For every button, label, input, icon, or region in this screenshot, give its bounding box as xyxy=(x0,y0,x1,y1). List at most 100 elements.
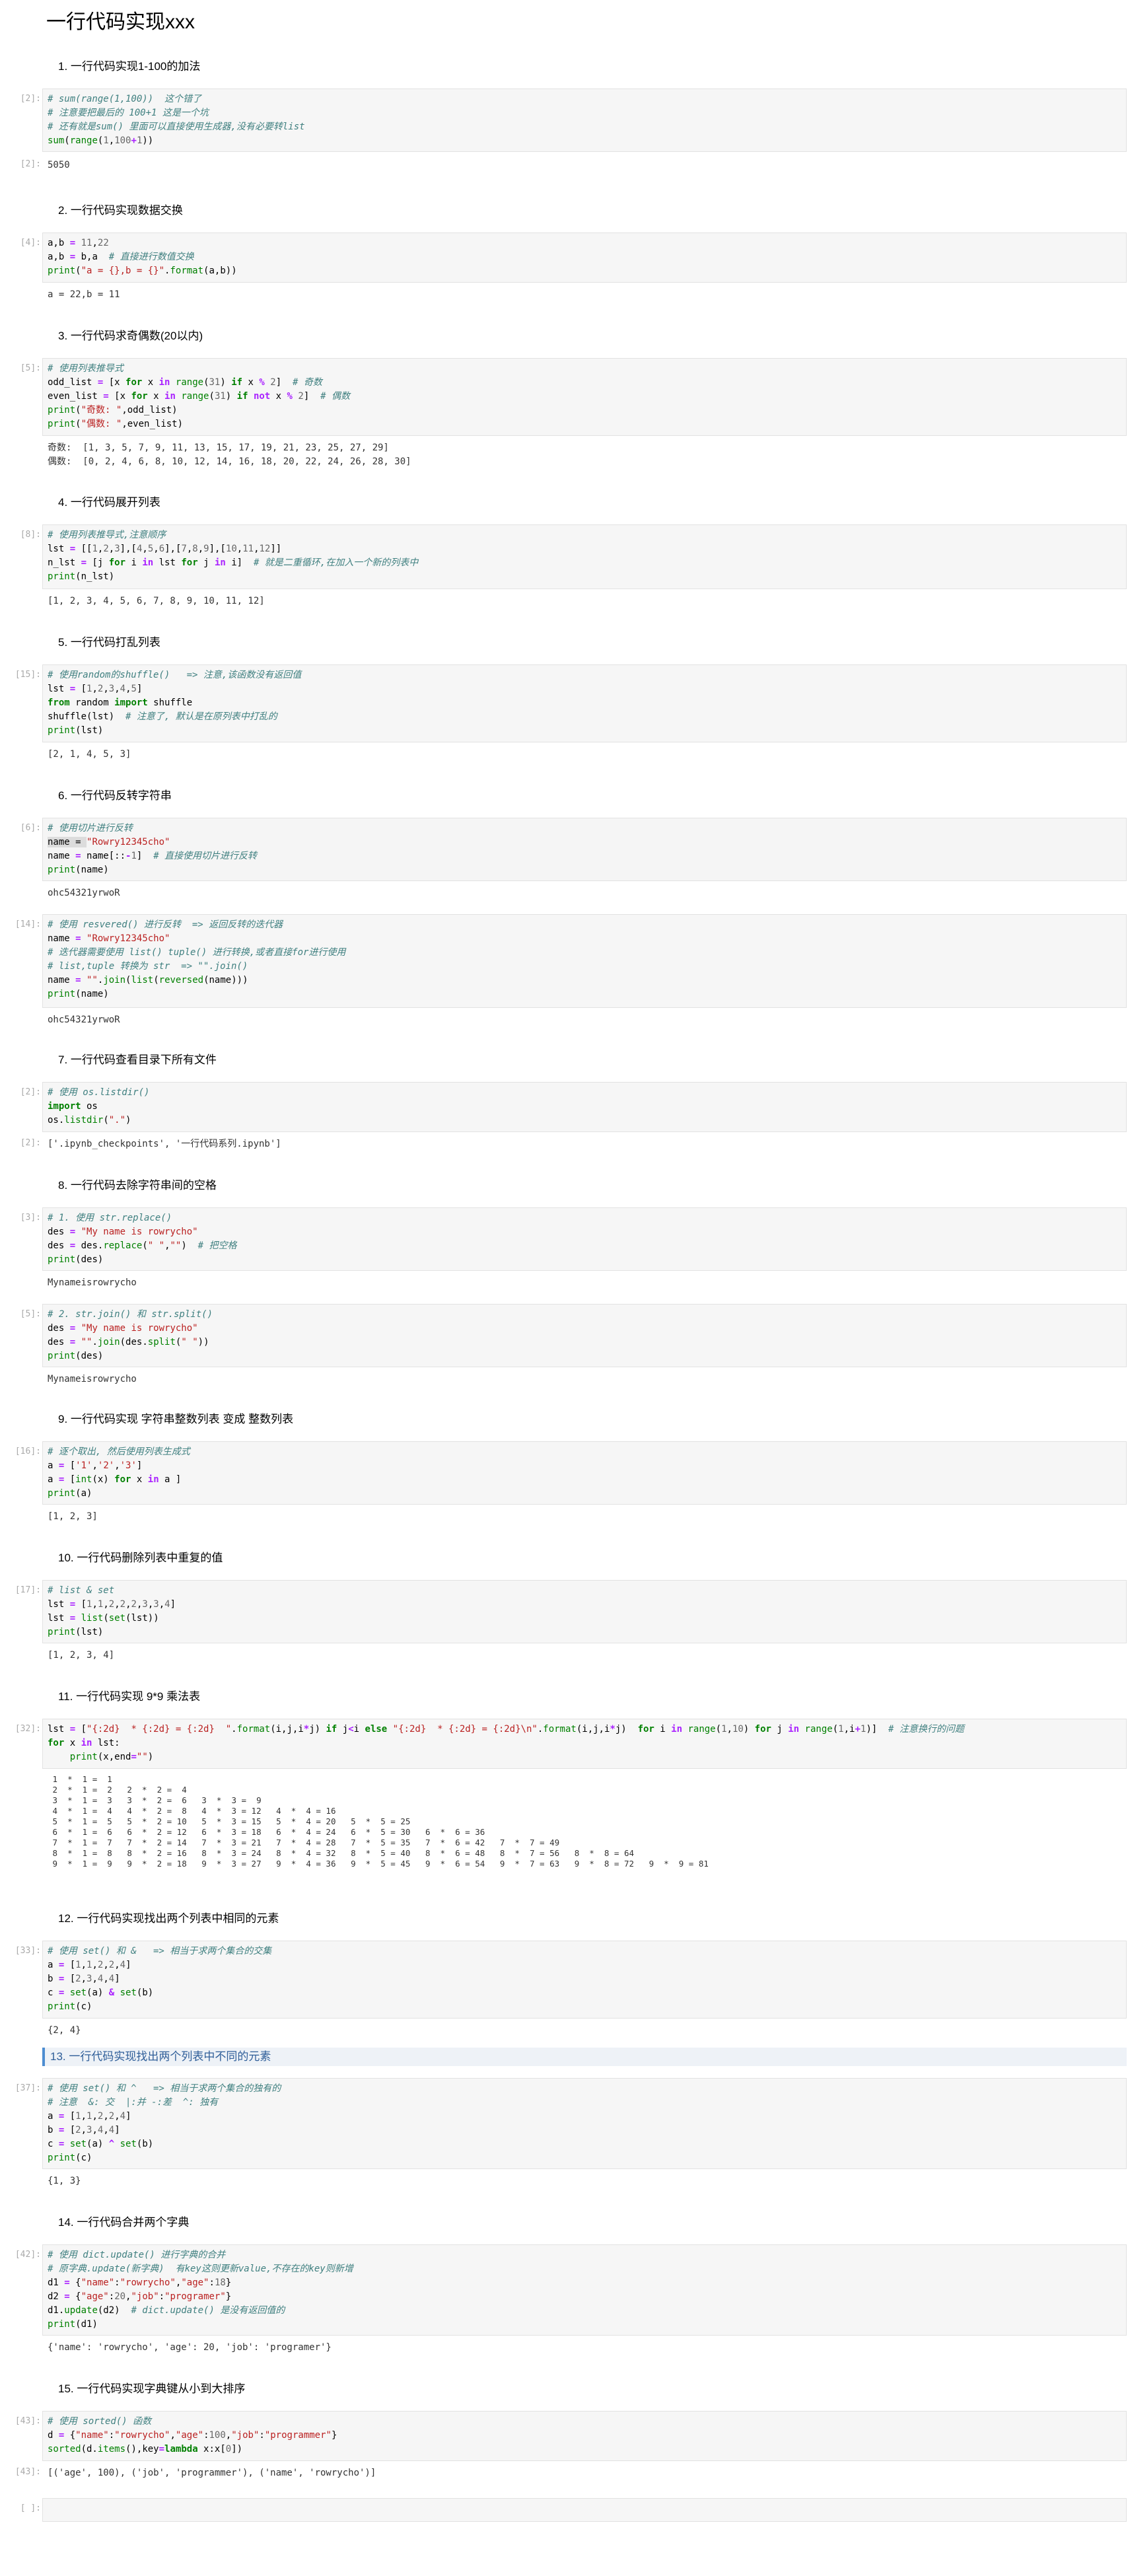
code-token: lambda xyxy=(164,2444,198,2454)
code-token: (des) xyxy=(75,1351,104,1361)
code-editor[interactable]: # 使用 set() 和 & => 相当于求两个集合的交集 a = [1,1,2… xyxy=(48,1945,271,2014)
code-token: i] xyxy=(225,557,254,568)
markdown-heading[interactable]: 11. 一行代码实现 9*9 乘法表 xyxy=(58,1687,200,1703)
code-token: : xyxy=(114,2277,120,2288)
code-token: "奇数: " xyxy=(81,405,122,415)
code-token: in xyxy=(788,1724,800,1735)
code-token: # 使用 os.listdir() xyxy=(48,1087,150,1098)
input-prompt: [33]: xyxy=(15,1946,41,1956)
cell-output: {1, 3} xyxy=(48,2176,81,2186)
code-token: 0 xyxy=(225,2444,232,2454)
cell-output: [1, 2, 3, 4, 5, 6, 7, 8, 9, 10, 11, 12] xyxy=(48,596,265,606)
code-token: , xyxy=(197,544,204,554)
code-editor[interactable]: # 2. str.join() 和 str.split() des = "My … xyxy=(48,1308,213,1363)
markdown-heading[interactable]: 14. 一行代码合并两个字典 xyxy=(58,2213,189,2229)
input-prompt: [17]: xyxy=(15,1585,41,1595)
code-token: a xyxy=(48,2111,59,2122)
code-editor[interactable]: # 使用 resvered() 进行反转 => 返回反转的迭代器 name = … xyxy=(48,918,345,1001)
code-token: j xyxy=(197,557,215,568)
code-token: '3' xyxy=(120,1460,137,1471)
code-editor[interactable]: # 使用切片进行反转 name = "Rowry12345cho" name =… xyxy=(48,822,257,877)
code-token: in xyxy=(142,557,154,568)
code-token: list xyxy=(81,1613,104,1624)
markdown-heading[interactable]: 12. 一行代码实现找出两个列表中相同的元素 xyxy=(58,1909,279,1925)
code-token: ] xyxy=(114,2125,120,2135)
code-token: 1 xyxy=(75,2111,81,2122)
markdown-heading[interactable]: 8. 一行代码去除字符串间的空格 xyxy=(58,1176,217,1192)
code-token: print xyxy=(48,2001,76,2012)
code-token: ) xyxy=(181,1240,198,1251)
input-prompt: [37]: xyxy=(15,2083,41,2093)
markdown-heading[interactable]: 9. 一行代码实现 字符串整数列表 变成 整数列表 xyxy=(58,1410,293,1426)
code-token: name xyxy=(48,975,76,985)
code-token: ( xyxy=(715,1724,722,1735)
code-token: d xyxy=(48,2430,59,2441)
markdown-heading[interactable]: 1. 一行代码实现1-100的加法 xyxy=(58,57,200,73)
markdown-heading[interactable]: 3. 一行代码求奇偶数(20以内) xyxy=(58,326,203,343)
code-editor[interactable]: # 使用 dict.update() 进行字典的合并 # 原字典.update(… xyxy=(48,2248,353,2332)
code-editor[interactable]: a,b = 11,22 a,b = b,a # 直接进行数值交换 print("… xyxy=(48,236,237,278)
cell-output: [('age', 100), ('job', 'programmer'), ('… xyxy=(48,2468,376,2478)
code-editor[interactable]: # 使用 set() 和 ^ => 相当于求两个集合的独有的 # 注意 &: 交… xyxy=(48,2082,281,2165)
markdown-heading[interactable]: 13. 一行代码实现找出两个列表中不同的元素 xyxy=(42,2048,1127,2066)
code-token: for xyxy=(754,1724,771,1735)
code-token: , xyxy=(225,2430,232,2441)
code-token: [ xyxy=(64,1960,76,1970)
code-token: , xyxy=(92,1960,98,1970)
code-token: ) xyxy=(225,391,237,402)
code-token: in xyxy=(671,1724,683,1735)
code-token: name xyxy=(48,851,76,861)
code-token: (name) xyxy=(75,989,109,999)
code-editor[interactable]: lst = ["{:2d} * {:2d} = {:2d} ".format(i… xyxy=(48,1723,964,1764)
code-token: (b) xyxy=(136,1987,154,1998)
code-token: # list & set xyxy=(48,1585,115,1596)
code-token: print xyxy=(48,571,76,582)
code-editor[interactable]: # 使用 os.listdir() import os os.listdir("… xyxy=(48,1086,149,1127)
code-token: join xyxy=(103,975,126,985)
code-editor[interactable]: # 逐个取出, 然后使用列表生成式 a = ['1','2','3'] a = … xyxy=(48,1445,190,1501)
code-editor[interactable]: # sum(range(1,100)) 这个错了 # 注意要把最后的 100+1… xyxy=(48,92,305,148)
code-editor[interactable]: # 使用 sorted() 函数 d = {"name":"rowrycho",… xyxy=(48,2415,337,2456)
code-cell-input[interactable] xyxy=(42,1082,1127,1132)
code-token: ) xyxy=(147,1752,154,1762)
code-editor[interactable]: # 使用random的shuffle() => 注意,该函数没有返回值 lst … xyxy=(48,668,301,738)
code-token: set xyxy=(108,1613,126,1624)
code-token: ]) xyxy=(231,2444,243,2454)
code-cell-input[interactable] xyxy=(42,1441,1127,1505)
code-token: 2 xyxy=(108,1599,115,1610)
code-editor[interactable]: # 使用列表推导式 odd_list = [x for x in range(3… xyxy=(48,362,350,431)
code-token: format xyxy=(543,1724,577,1735)
code-token: c xyxy=(48,2139,59,2149)
code-cell-input[interactable] xyxy=(42,2498,1127,2522)
markdown-heading[interactable]: 15. 一行代码实现字典键从小到大排序 xyxy=(58,2379,245,2396)
code-token: x xyxy=(142,377,159,388)
markdown-heading[interactable]: 10. 一行代码删除列表中重复的值 xyxy=(58,1548,223,1565)
code-token: "{:2d} * {:2d} = {:2d} " xyxy=(87,1724,232,1735)
code-token: : xyxy=(159,2291,165,2302)
markdown-heading[interactable]: 2. 一行代码实现数据交换 xyxy=(58,201,183,217)
code-editor[interactable]: # 使用列表推导式,注意顺序 lst = [[1,2,3],[4,5,6],[7… xyxy=(48,528,418,584)
code-editor[interactable]: # list & set lst = [1,1,2,2,2,3,3,4] lst… xyxy=(48,1584,176,1639)
markdown-heading[interactable]: 7. 一行代码查看目录下所有文件 xyxy=(58,1050,217,1067)
code-token: (a) xyxy=(75,1488,92,1499)
code-token: , xyxy=(81,2111,87,2122)
markdown-heading[interactable]: 6. 一行代码反转字符串 xyxy=(58,786,172,803)
code-token: { xyxy=(69,2291,81,2302)
code-token: print xyxy=(69,1752,98,1762)
code-token: "programer" xyxy=(164,2291,226,2302)
code-editor[interactable]: # 1. 使用 str.replace() des = "My name is … xyxy=(48,1211,237,1267)
code-token: # 还有就是sum() 里面可以直接使用生成器,没有必要转list xyxy=(48,122,305,132)
code-token: # 1. 使用 str.replace() xyxy=(48,1213,172,1223)
code-token: sum xyxy=(48,135,65,146)
code-token: set xyxy=(69,1987,87,1998)
markdown-heading[interactable]: 4. 一行代码展开列表 xyxy=(58,493,160,509)
code-token: , xyxy=(726,1724,732,1735)
code-token: # 把空格 xyxy=(197,1240,237,1251)
code-token: d2 xyxy=(48,2291,65,2302)
code-token: ( xyxy=(209,391,215,402)
code-cell-input[interactable] xyxy=(42,1580,1127,1643)
code-token: 10 xyxy=(732,1724,744,1735)
code-token: lst xyxy=(48,1599,70,1610)
code-token: "age" xyxy=(81,2291,109,2302)
markdown-heading[interactable]: 5. 一行代码打乱列表 xyxy=(58,633,160,649)
